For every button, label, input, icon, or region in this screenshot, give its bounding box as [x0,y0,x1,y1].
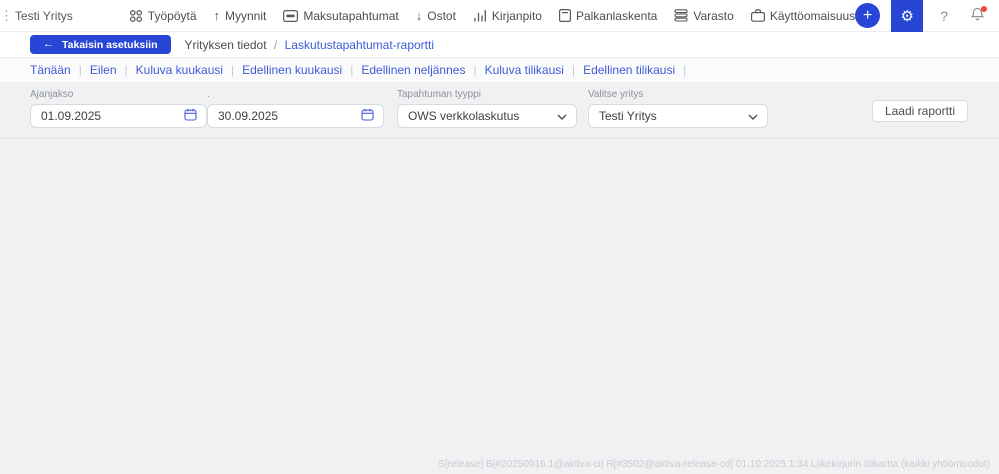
quick-range-previous-fiscal-year[interactable]: Edellinen tilikausi [583,63,675,77]
notifications-button[interactable] [965,0,989,32]
nav-item-tyopoyta[interactable]: Työpöytä [129,9,197,23]
nav-item-label: Palkanlaskenta [575,8,658,23]
topbar-actions: + ⚙ ? [855,0,999,32]
back-to-settings-button[interactable]: ← Takaisin asetuksiin [30,35,171,54]
notification-dot [981,5,988,12]
nav-item-ostot[interactable]: ↓ Ostot [416,9,456,23]
separator: | [571,63,576,77]
dashboard-icon [129,9,143,23]
nav-item-label: Ostot [427,8,456,23]
date-from-value: 01.09.2025 [41,109,102,123]
bar-chart-icon [473,9,487,22]
breadcrumb-current-link[interactable]: Laskutustapahtumat-raportti [285,38,434,52]
toolbar-row: ← Takaisin asetuksiin Yrityksen tiedot /… [0,32,999,58]
card-icon [283,9,299,22]
add-button[interactable]: + [855,3,881,28]
calendar-icon[interactable] [184,108,197,124]
breadcrumb-separator: / [273,37,278,52]
company-name: Testi Yritys [15,8,73,23]
chevron-down-icon [748,109,758,123]
transaction-type-select[interactable]: OWS verkkolaskutus [397,104,577,128]
nav-item-myynnit[interactable]: ↑ Myynnit [214,9,267,23]
quick-range-previous-month[interactable]: Edellinen kuukausi [242,63,342,77]
main-nav: Työpöytä ↑ Myynnit Maksutapahtumat ↓ Ost… [129,9,855,23]
separator: | [350,63,354,77]
nav-item-palkanlaskenta[interactable]: Palkanlaskenta [558,8,658,23]
date-to-input[interactable]: 30.09.2025 [207,104,384,128]
build-info-text: S[release] B[#20250916.1@aktiva-ci] R[#3… [438,459,990,470]
period-label: Ajanjakso [30,89,74,100]
separator: | [78,63,82,77]
separator: | [124,63,128,77]
help-icon: ? [940,7,949,24]
plus-icon: + [863,6,873,24]
quick-range-today[interactable]: Tänään [30,63,71,77]
nav-item-label: Varasto [693,8,734,23]
quick-range-current-month[interactable]: Kuluva kuukausi [136,63,223,77]
date-to-value: 30.09.2025 [218,109,279,123]
breadcrumb: Yrityksen tiedot / Laskutustapahtumat-ra… [185,38,435,52]
arrow-up-icon: ↑ [213,8,221,23]
quick-range-current-fiscal-year[interactable]: Kuluva tilikausi [485,63,564,77]
nav-item-label: Työpöytä [147,8,197,23]
nav-item-label: Myynnit [225,8,267,23]
generate-report-button[interactable]: Laadi raportti [871,100,968,122]
breadcrumb-parent: Yrityksen tiedot [184,37,267,52]
nav-item-kayttoomaisuus[interactable]: Käyttöomaisuus [750,8,856,23]
nav-item-varasto[interactable]: Varasto [674,8,734,23]
nav-item-kirjanpito[interactable]: Kirjanpito [473,9,542,23]
chevron-down-icon [557,109,567,123]
separator: | [473,63,477,77]
calendar-icon[interactable] [361,108,374,124]
date-from-field: Ajanjakso 01.09.2025 [30,89,207,138]
arrow-down-icon: ↓ [415,8,423,23]
company-select-label: Valitse yritys [588,89,644,100]
briefcase-icon [750,9,765,22]
help-button[interactable]: ? [932,0,956,32]
transaction-type-field: Tapahtuman tyyppi OWS verkkolaskutus [397,89,577,138]
company-select-value: Testi Yritys [599,109,657,123]
transaction-type-value: OWS verkkolaskutus [408,109,520,123]
separator: | [683,63,687,77]
arrow-left-icon: ← [43,38,54,50]
company-select-field: Valitse yritys Testi Yritys [588,89,768,138]
transaction-type-label: Tapahtuman tyyppi [397,89,481,100]
gear-icon: ⚙ [900,7,914,25]
date-to-field: . 30.09.2025 [207,89,384,138]
quick-range-previous-quarter[interactable]: Edellinen neljännes [361,63,465,77]
layers-icon [674,9,688,22]
back-button-label: Takaisin asetuksiin [62,38,158,51]
nav-item-label: Maksutapahtumat [303,8,399,23]
nav-item-maksutapahtumat[interactable]: Maksutapahtumat [283,8,399,23]
separator: | [231,63,235,77]
date-from-input[interactable]: 01.09.2025 [30,104,207,128]
quick-range-links: Tänään | Eilen | Kuluva kuukausi | Edell… [0,58,999,82]
kebab-menu-icon[interactable]: ⋮ [0,9,13,22]
nav-item-label: Käyttöomaisuus [769,8,856,23]
top-navigation-bar: ⋮ Testi Yritys Työpöytä ↑ Myynnit Maksut… [0,0,999,32]
report-filter-form: Ajanjakso 01.09.2025 . 30.09.2025 Tapaht… [0,82,999,139]
document-icon [558,9,571,22]
period-end-label: . [207,89,210,100]
settings-button[interactable]: ⚙ [891,0,924,32]
nav-item-label: Kirjanpito [491,8,542,23]
company-select[interactable]: Testi Yritys [588,104,768,128]
quick-range-yesterday[interactable]: Eilen [90,63,117,77]
